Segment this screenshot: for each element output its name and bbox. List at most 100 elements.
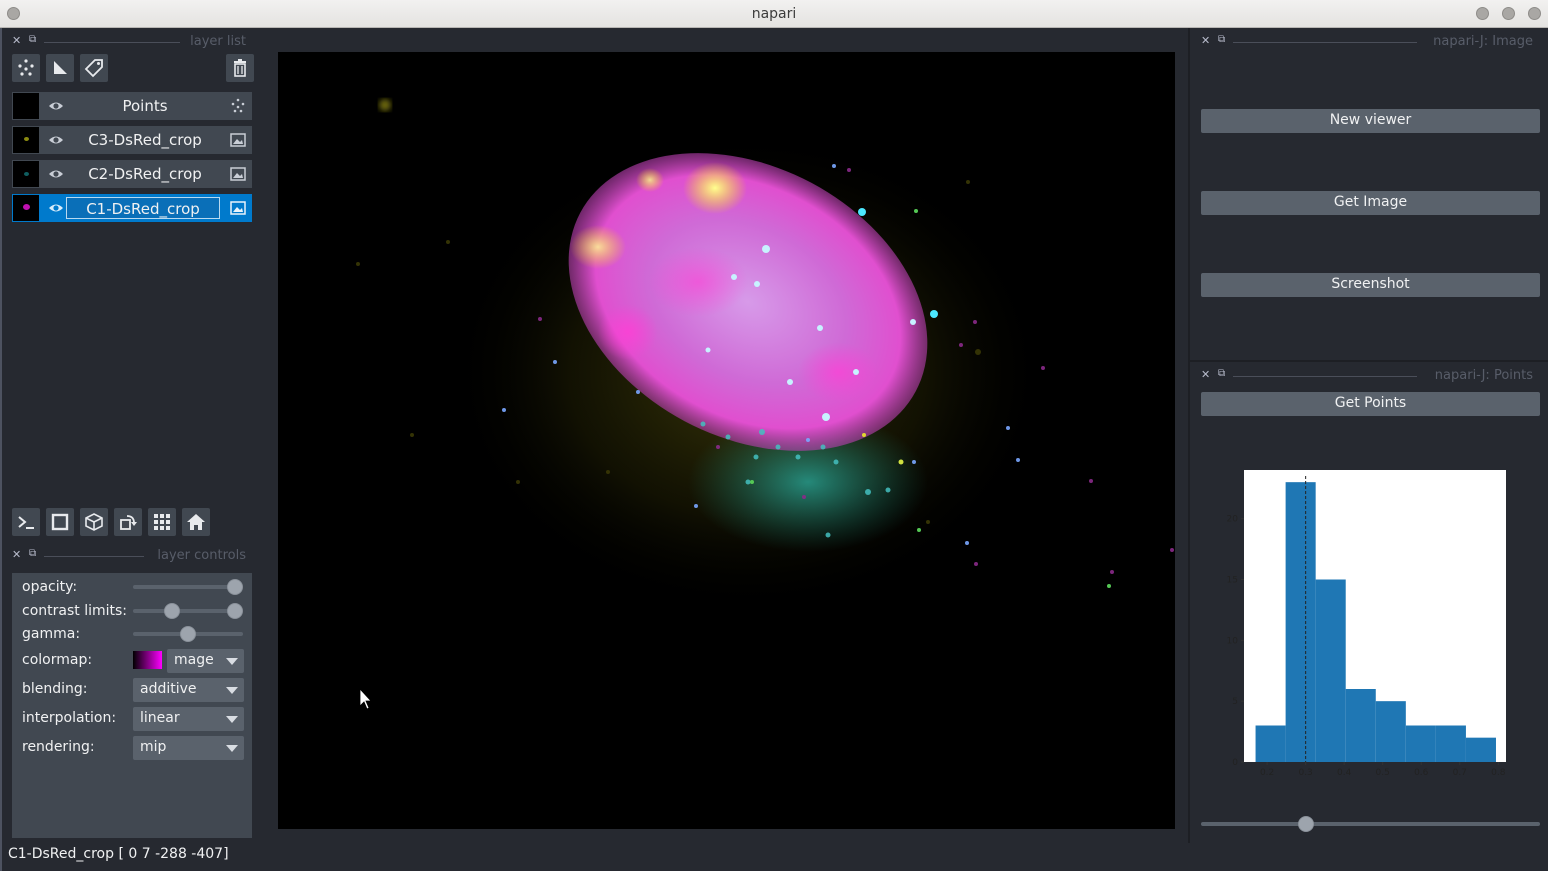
- new-viewer-button[interactable]: New viewer: [1201, 109, 1540, 133]
- close-dock-icon[interactable]: ✕: [12, 548, 24, 561]
- minimize-icon[interactable]: [1476, 7, 1489, 20]
- get-image-button[interactable]: Get Image: [1201, 191, 1540, 215]
- colormap-dropdown[interactable]: mage: [167, 649, 244, 673]
- gamma-label: gamma:: [22, 626, 81, 642]
- histogram-bar: [1435, 725, 1466, 762]
- reset-view-button[interactable]: [182, 508, 210, 536]
- close-window-icon[interactable]: [1528, 7, 1541, 20]
- trash-icon: [234, 59, 246, 77]
- x-tick-label: 0.4: [1337, 768, 1352, 778]
- image-panel-dock-header: ✕ ⧉ napari-J: Image: [1201, 32, 1533, 52]
- layer-row-points[interactable]: Points: [12, 92, 252, 120]
- grid-view-button[interactable]: [148, 508, 176, 536]
- visibility-eye-icon[interactable]: [48, 99, 64, 113]
- ndisplay-button[interactable]: [46, 508, 74, 536]
- rendering-label: rendering:: [22, 739, 95, 755]
- points-icon: [18, 59, 34, 76]
- colormap-label: colormap:: [22, 652, 93, 668]
- maximize-icon[interactable]: [1502, 7, 1515, 20]
- delete-layer-button[interactable]: [226, 54, 254, 82]
- layer-name[interactable]: Points: [68, 97, 222, 115]
- float-dock-icon[interactable]: ⧉: [29, 34, 41, 45]
- layer-list-dock-header: ✕ ⧉ layer list: [12, 32, 246, 52]
- rendering-value: mip: [140, 739, 167, 755]
- layer-thumbnail: [13, 195, 39, 221]
- dock-separator: [1188, 28, 1190, 843]
- cube-icon: [85, 513, 103, 531]
- close-dock-icon[interactable]: ✕: [12, 34, 24, 47]
- histogram-bar: [1465, 737, 1496, 762]
- layer-name[interactable]: C3-DsRed_crop: [68, 131, 222, 149]
- status-bar: C1-DsRed_crop [ 0 7 -288 -407]: [8, 846, 229, 862]
- square-2d-icon: [51, 513, 69, 531]
- image-layer-type-icon: [230, 167, 246, 181]
- float-dock-icon[interactable]: ⧉: [1218, 34, 1230, 45]
- image-panel-title: napari-J: Image: [1433, 34, 1533, 49]
- threshold-slider[interactable]: [1201, 816, 1540, 832]
- roll-dimensions-button[interactable]: [80, 508, 108, 536]
- get-points-button[interactable]: Get Points: [1201, 392, 1540, 416]
- x-tick-label: 0.7: [1453, 768, 1467, 778]
- visibility-eye-icon[interactable]: [48, 133, 64, 147]
- layer-thumbnail: [13, 161, 39, 187]
- chevron-down-icon: [226, 658, 238, 665]
- rendering-dropdown[interactable]: mip: [133, 736, 244, 760]
- layer-name-editor[interactable]: C1-DsRed_crop: [66, 197, 220, 219]
- gamma-slider[interactable]: [133, 626, 243, 642]
- contrast-limits-slider[interactable]: [133, 603, 243, 619]
- float-dock-icon[interactable]: ⧉: [1218, 368, 1230, 379]
- image-canvas[interactable]: [278, 52, 1175, 829]
- mouse-cursor-icon: [359, 687, 372, 710]
- blending-dropdown[interactable]: additive: [133, 678, 244, 702]
- interpolation-value: linear: [140, 710, 180, 726]
- gamma-slider-handle[interactable]: [180, 626, 196, 642]
- microscopy-image: [356, 99, 1174, 710]
- image-layer-type-icon: [230, 133, 246, 147]
- new-labels-layer-button[interactable]: [80, 54, 108, 82]
- float-dock-icon[interactable]: ⧉: [29, 548, 41, 559]
- layer-name[interactable]: C2-DsRed_crop: [68, 165, 222, 183]
- colormap-value: mage: [174, 652, 214, 668]
- histogram-bar: [1255, 725, 1286, 762]
- opacity-slider[interactable]: [133, 579, 243, 595]
- dock-title-line: [44, 42, 180, 43]
- layer-row-c2[interactable]: C2-DsRed_crop: [12, 160, 252, 188]
- close-dock-icon[interactable]: ✕: [1201, 368, 1213, 381]
- y-tick-label: 10: [1227, 636, 1239, 646]
- contrast-high-handle[interactable]: [227, 603, 243, 619]
- screenshot-button[interactable]: Screenshot: [1201, 273, 1540, 297]
- chevron-down-icon: [226, 745, 238, 752]
- shapes-icon: [54, 61, 67, 74]
- contrast-low-handle[interactable]: [164, 603, 181, 619]
- dock-title-line: [1233, 42, 1417, 43]
- opacity-label: opacity:: [22, 579, 78, 595]
- tag-icon: [84, 59, 103, 78]
- transpose-button[interactable]: [114, 508, 142, 536]
- x-tick-label: 0.5: [1376, 768, 1390, 778]
- points-layer-type-icon: [231, 98, 245, 113]
- contrast-limits-label: contrast limits:: [22, 603, 127, 619]
- layer-thumbnail: [13, 127, 39, 153]
- grid-icon: [154, 514, 170, 530]
- rotate-icon: [120, 515, 137, 530]
- napari-main-window: ✕ ⧉ layer list Points C3-DsRed_crop C2-D…: [0, 28, 1548, 871]
- new-points-layer-button[interactable]: [12, 54, 40, 82]
- layer-controls-panel: opacity: contrast limits: gamma: colorma…: [12, 573, 252, 838]
- layer-list-title: layer list: [190, 34, 246, 49]
- dock-divider: [1190, 360, 1548, 362]
- close-dock-icon[interactable]: ✕: [1201, 34, 1213, 47]
- dock-title-line: [1233, 376, 1417, 377]
- opacity-slider-handle[interactable]: [227, 579, 243, 595]
- visibility-eye-icon[interactable]: [48, 201, 64, 215]
- new-shapes-layer-button[interactable]: [46, 54, 74, 82]
- y-tick-label: 20: [1227, 515, 1239, 525]
- console-button[interactable]: [12, 508, 40, 536]
- threshold-slider-handle[interactable]: [1297, 816, 1314, 832]
- layer-row-c1[interactable]: C1-DsRed_crop: [12, 194, 252, 222]
- histogram-bar: [1375, 701, 1406, 762]
- interpolation-dropdown[interactable]: linear: [133, 707, 244, 731]
- layer-thumbnail: [13, 93, 39, 119]
- histogram-chart: 0.2 0.3 0.4 0.5 0.6 0.7 0.8 0 5 10 15 20: [1227, 470, 1506, 778]
- layer-row-c3[interactable]: C3-DsRed_crop: [12, 126, 252, 154]
- visibility-eye-icon[interactable]: [48, 167, 64, 181]
